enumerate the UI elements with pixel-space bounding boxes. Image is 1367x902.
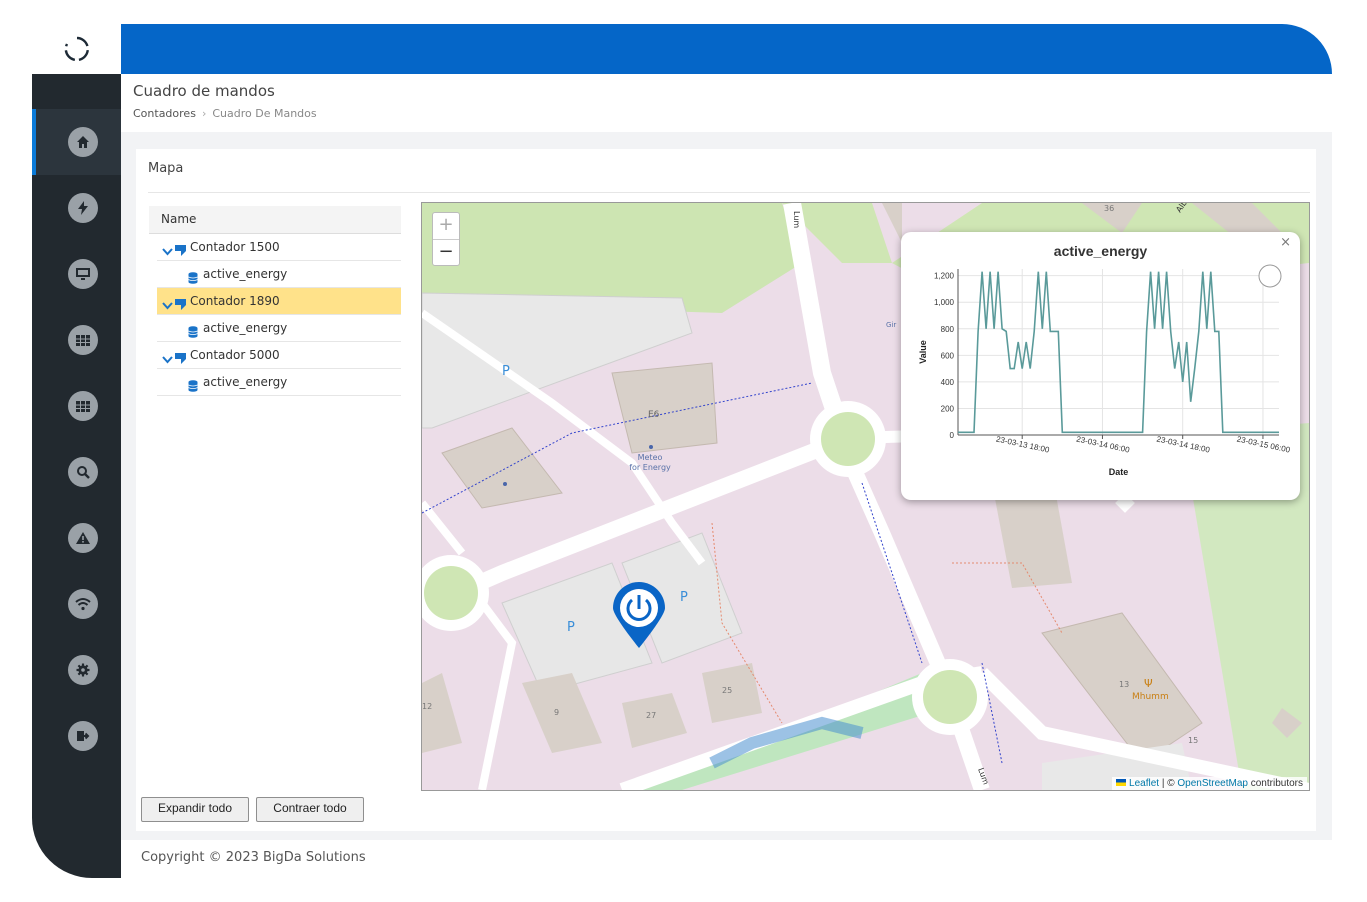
parking-label: P xyxy=(680,590,688,605)
tree-leaf-active-energy[interactable]: active_energy xyxy=(157,261,401,288)
map-card: Mapa Name Contador 1500 active_energy Co… xyxy=(136,149,1316,831)
tree-leaf-active-energy[interactable]: active_energy xyxy=(157,315,401,342)
y-tick-label: 600 xyxy=(941,351,955,360)
app-logo xyxy=(32,24,121,74)
search-icon xyxy=(68,457,98,487)
map-label-27: 27 xyxy=(646,711,656,720)
warning-icon xyxy=(68,523,98,553)
y-tick-label: 800 xyxy=(941,325,955,334)
collapse-all-button[interactable]: Contraer todo xyxy=(256,797,364,822)
breadcrumb-current: Cuadro De Mandos xyxy=(212,107,317,120)
leaflet-link[interactable]: Leaflet xyxy=(1129,778,1159,789)
page-title: Cuadro de mandos xyxy=(133,82,275,100)
parking-label: P xyxy=(567,620,575,635)
gear-icon xyxy=(68,655,98,685)
map-view[interactable]: E6 Meteo for Energy P P P 25 27 9 13 15 … xyxy=(421,202,1310,791)
nav-home[interactable] xyxy=(32,109,121,175)
nav-search[interactable] xyxy=(32,439,121,505)
footer: Copyright © 2023 BigDa Solutions xyxy=(121,840,1332,878)
x-tick-label: 23-03-15 06:00 xyxy=(1236,435,1291,455)
map-label-12: 12 xyxy=(422,702,432,711)
y-tick-label: 0 xyxy=(950,431,955,440)
logo-icon xyxy=(64,36,89,62)
nav-table-2[interactable] xyxy=(32,373,121,439)
map-label-mhumm: Mhumm xyxy=(1132,692,1169,702)
zoom-control: + − xyxy=(432,212,460,266)
x-tick-label: 23-03-13 18:00 xyxy=(995,435,1050,455)
y-tick-label: 200 xyxy=(941,404,955,413)
y-tick-label: 1,000 xyxy=(934,298,955,307)
tree-node-contador-1890[interactable]: Contador 1890 xyxy=(157,288,401,315)
map-label-meteo: Meteo xyxy=(638,453,663,462)
y-tick-label: 1,200 xyxy=(934,272,955,281)
tree-node-label: Contador 5000 xyxy=(190,348,280,362)
home-icon xyxy=(68,127,98,157)
attribution-separator: | © xyxy=(1159,778,1178,789)
x-tick-label: 23-03-14 06:00 xyxy=(1075,435,1130,455)
osm-link[interactable]: OpenStreetMap xyxy=(1177,778,1248,789)
monitor-icon xyxy=(68,259,98,289)
nav-wifi[interactable] xyxy=(32,571,121,637)
ukraine-flag-icon xyxy=(1116,779,1127,786)
main-content: Cuadro de mandos Contadores › Cuadro De Ma… xyxy=(121,74,1332,878)
table-icon xyxy=(68,391,98,421)
copyright-text: Copyright © 2023 BigDa Solutions xyxy=(141,850,366,865)
nav-alerts[interactable] xyxy=(32,505,121,571)
chevron-right-icon: › xyxy=(201,107,207,120)
tree-header: Name xyxy=(149,206,401,234)
zoom-in-button[interactable]: + xyxy=(433,213,459,240)
nav-monitor[interactable] xyxy=(32,241,121,307)
y-axis-label: Value xyxy=(918,340,928,364)
breadcrumb: Contadores › Cuadro De Mandos xyxy=(133,107,317,120)
card-title: Mapa xyxy=(148,161,184,176)
nav-table-1[interactable] xyxy=(32,307,121,373)
tree-node-contador-1500[interactable]: Contador 1500 xyxy=(157,234,401,261)
reset-zoom-icon xyxy=(1258,264,1282,288)
map-label-36: 36 xyxy=(1104,204,1114,213)
top-bar xyxy=(121,24,1332,74)
tree-node-label: Contador 1500 xyxy=(190,240,280,254)
map-label-15: 15 xyxy=(1188,736,1198,745)
logout-icon xyxy=(68,721,98,751)
map-label-13: 13 xyxy=(1119,680,1129,689)
map-label-e6: E6 xyxy=(648,410,660,420)
nav-energy[interactable] xyxy=(32,175,121,241)
tree-leaf-label: active_energy xyxy=(203,321,288,335)
zoom-out-button[interactable]: − xyxy=(433,240,459,266)
y-tick-label: 400 xyxy=(941,378,955,387)
chart-popup: × active_energy 0 200 400 600 800 1,000 1,200 2… xyxy=(901,232,1300,500)
nav-settings[interactable] xyxy=(32,637,121,703)
table-icon xyxy=(68,325,98,355)
x-axis-label: Date xyxy=(1109,467,1129,477)
active-energy-chart: 0 200 400 600 800 1,000 1,200 23-03-13 18:00 23-… xyxy=(918,264,1291,477)
attribution-suffix: contributors xyxy=(1247,778,1303,789)
tree-leaf-label: active_energy xyxy=(203,375,288,389)
tree-node-contador-5000[interactable]: Contador 5000 xyxy=(157,342,401,369)
tree-node-label: Contador 1890 xyxy=(190,294,280,308)
map-attribution: Leaflet | © OpenStreetMap contributors xyxy=(1112,777,1307,790)
x-tick-label: 23-03-14 18:00 xyxy=(1156,435,1211,455)
database-icon xyxy=(188,375,198,401)
meter-tree: Name Contador 1500 active_energy Contado… xyxy=(149,206,401,396)
expand-all-button[interactable]: Expandir todo xyxy=(141,797,249,822)
street-label: Lum xyxy=(792,211,801,228)
parking-label: P xyxy=(502,364,510,379)
divider xyxy=(148,192,1310,193)
tree-leaf-active-energy[interactable]: active_energy xyxy=(157,369,401,396)
map-label-meteo-2: for Energy xyxy=(629,463,671,472)
restaurant-icon: Ψ xyxy=(1144,677,1153,690)
map-label-gir: Gir xyxy=(886,321,896,329)
breadcrumb-contadores[interactable]: Contadores xyxy=(133,107,196,120)
tree-leaf-label: active_energy xyxy=(203,267,288,281)
bolt-icon xyxy=(68,193,98,223)
nav-logout[interactable] xyxy=(32,703,121,769)
page-header: Cuadro de mandos Contadores › Cuadro De Ma… xyxy=(121,74,1332,132)
wifi-icon xyxy=(68,589,98,619)
map-label-9: 9 xyxy=(554,708,559,717)
map-label-25: 25 xyxy=(722,686,732,695)
